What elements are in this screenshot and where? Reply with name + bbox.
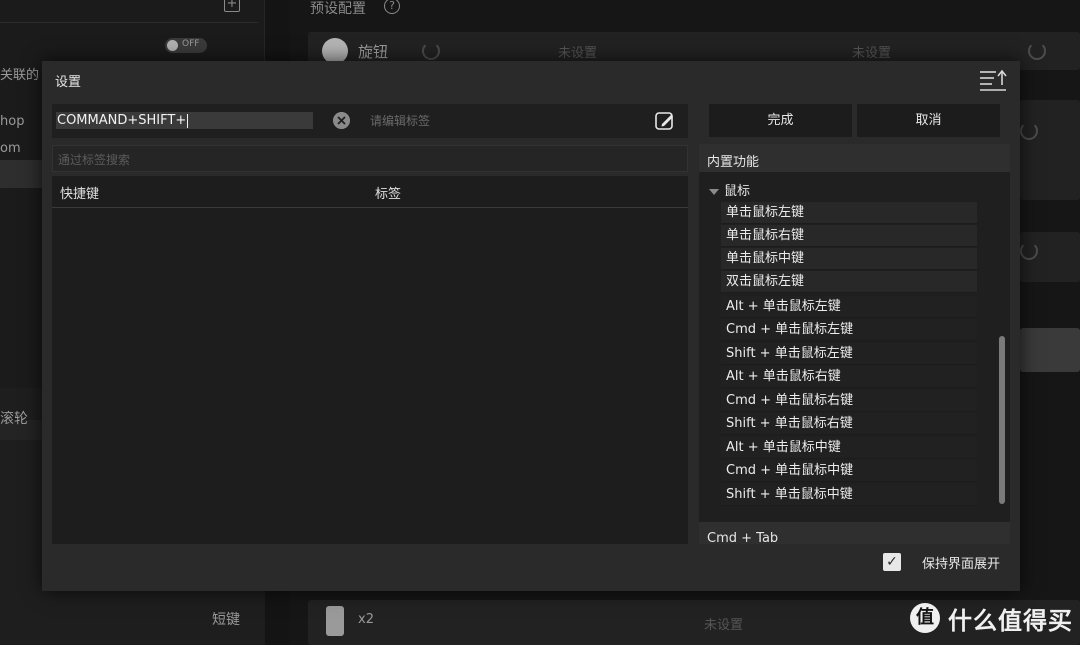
list-item[interactable]: 双击鼠标左键 xyxy=(721,271,977,293)
background-card xyxy=(1020,232,1080,282)
list-item[interactable]: Alt + 单击鼠标右键 xyxy=(721,366,977,388)
reset-icon[interactable] xyxy=(1020,242,1038,260)
list-item[interactable]: Cmd + 单击鼠标中键 xyxy=(721,460,977,482)
shortcut-input[interactable]: COMMAND+SHIFT+ xyxy=(56,112,313,129)
shortcut-value: COMMAND+SHIFT+ xyxy=(57,113,187,128)
tag-input[interactable]: 请编辑标签 xyxy=(370,112,430,129)
column-header-tag[interactable]: 标签 xyxy=(375,183,401,202)
list-item[interactable]: Shift + 单击鼠标右键 xyxy=(721,413,977,435)
builtin-list: 鼠标 单击鼠标左键 单击鼠标右键 单击鼠标中键 双击鼠标左键 Alt + 单击鼠… xyxy=(699,172,1010,522)
app-list-item[interactable]: hop xyxy=(0,114,24,129)
watermark-text: 什么值得买 xyxy=(948,606,1073,635)
list-item[interactable]: Cmd + 单击鼠标左键 xyxy=(721,319,977,341)
background-card xyxy=(1020,328,1080,372)
list-item[interactable]: Shift + 单击鼠标中键 xyxy=(721,484,977,506)
scroll-wheel-label: 滚轮 xyxy=(0,411,28,427)
preset-title: 预设配置 xyxy=(310,1,366,17)
shortcut-edit-bar: COMMAND+SHIFT+ 请编辑标签 xyxy=(52,104,688,138)
tag-search-input[interactable]: 通过标签搜索 xyxy=(52,145,688,172)
reset-icon[interactable] xyxy=(422,42,440,60)
list-item[interactable]: Cmd + 单击鼠标右键 xyxy=(721,390,977,412)
associated-label: 关联的 xyxy=(0,68,40,83)
group-mouse[interactable]: 鼠标 xyxy=(709,180,750,199)
reset-icon[interactable] xyxy=(1020,122,1038,140)
list-item[interactable]: Alt + 单击鼠标中键 xyxy=(721,437,977,459)
list-item[interactable]: 单击鼠标右键 xyxy=(721,225,977,247)
builtin-functions-panel: 内置功能 鼠标 单击鼠标左键 单击鼠标右键 单击鼠标中键 双击鼠标左键 Alt … xyxy=(699,144,1010,544)
short-key-label: 短键 xyxy=(212,612,240,628)
list-item[interactable]: Cmd + Tab xyxy=(707,531,778,544)
settings-dialog: 设置 COMMAND+SHIFT+ 请编辑标签 通过标签搜索 快捷键 标签 完成… xyxy=(42,61,1020,591)
list-item[interactable]: 单击鼠标左键 xyxy=(721,202,977,224)
column-header-shortcut[interactable]: 快捷键 xyxy=(60,183,99,202)
background-card xyxy=(1020,100,1080,200)
multiplier-label: x2 xyxy=(358,612,374,627)
not-set-label: 未设置 xyxy=(704,618,744,633)
group-label: 鼠标 xyxy=(724,184,751,199)
builtin-title: 内置功能 xyxy=(707,155,760,170)
help-icon[interactable]: ? xyxy=(384,0,400,14)
search-placeholder: 通过标签搜索 xyxy=(58,153,131,167)
collapse-triangle-icon xyxy=(709,188,719,195)
cancel-button[interactable]: 取消 xyxy=(857,104,1000,137)
reset-icon[interactable] xyxy=(1028,42,1046,60)
list-item[interactable]: Shift + 单击鼠标左键 xyxy=(721,343,977,365)
shortcut-table: 快捷键 标签 xyxy=(52,176,688,544)
toggle-label: OFF xyxy=(182,39,200,49)
table-header: 快捷键 标签 xyxy=(52,176,688,208)
list-item[interactable]: 单击鼠标中键 xyxy=(721,248,977,270)
add-icon[interactable]: + xyxy=(224,0,240,12)
knob-label: 旋钮 xyxy=(358,43,389,61)
scrollbar-thumb[interactable] xyxy=(999,336,1005,504)
edit-icon[interactable] xyxy=(654,110,676,132)
app-toggle[interactable]: OFF xyxy=(165,38,207,53)
list-item[interactable]: Alt + 单击鼠标左键 xyxy=(721,296,977,318)
text-caret xyxy=(187,113,189,128)
keep-expanded-checkbox[interactable]: ✓ xyxy=(883,553,901,571)
key-icon xyxy=(326,606,344,636)
keep-expanded-label: 保持界面展开 xyxy=(922,557,1001,572)
toggle-knob xyxy=(167,40,178,51)
not-set-label: 未设置 xyxy=(558,46,598,61)
app-list-item[interactable]: om xyxy=(0,141,21,156)
divider xyxy=(0,22,258,23)
sort-icon[interactable] xyxy=(980,69,1008,93)
not-set-label: 未设置 xyxy=(852,46,892,61)
done-button[interactable]: 完成 xyxy=(709,104,852,137)
watermark-logo: 值 xyxy=(910,603,940,633)
watermark: 值 什么值得买 xyxy=(910,602,1073,635)
dialog-title: 设置 xyxy=(55,75,82,90)
clear-icon[interactable] xyxy=(333,112,350,129)
